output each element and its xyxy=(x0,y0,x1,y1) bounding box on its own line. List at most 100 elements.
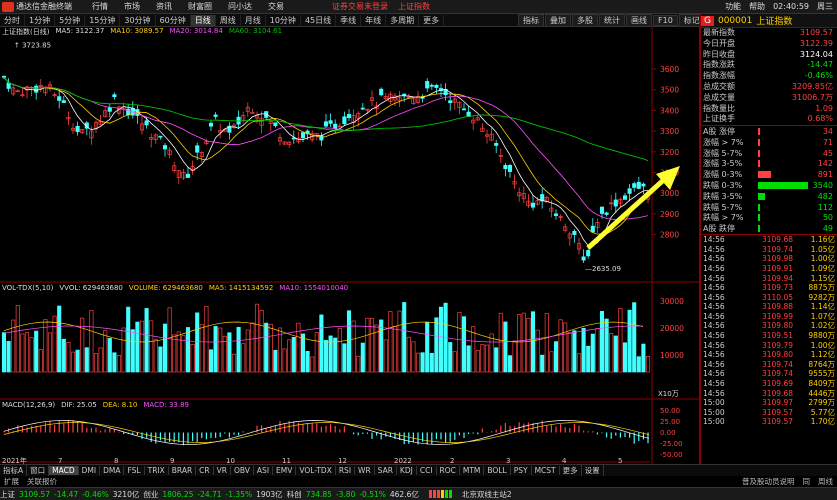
indicator-tab-15[interactable]: WR xyxy=(355,466,375,475)
tick-row: 14:56 3109.51 9880万 xyxy=(701,331,837,341)
x-axis-label: 11 xyxy=(282,457,291,464)
kline-chart[interactable]: 360035003400330032003100300029002800↑ 37… xyxy=(0,26,700,464)
indicator-tab-16[interactable]: SAR xyxy=(375,466,397,475)
volume-bar xyxy=(503,321,508,373)
period-tab-14[interactable]: 更多 xyxy=(419,14,445,26)
chart-tool-5[interactable]: F10 xyxy=(653,15,678,26)
indicator-tab-12[interactable]: EMV xyxy=(273,466,297,475)
breadth-bar xyxy=(758,149,760,157)
period-tab-6[interactable]: 日线 xyxy=(190,14,216,26)
volume-bar xyxy=(70,351,76,373)
indicator-tab-1[interactable]: 窗口 xyxy=(27,465,50,476)
indicator-tab-4[interactable]: DMA xyxy=(100,466,125,475)
volume-bar xyxy=(429,352,434,373)
indicator-tab-11[interactable]: ASI xyxy=(254,466,274,475)
tab-related-quotes[interactable]: 关联报价 xyxy=(23,476,61,487)
x-axis-label: 10 xyxy=(226,457,235,464)
volume-bar xyxy=(98,347,103,373)
indicator-tab-20[interactable]: MTM xyxy=(460,466,485,475)
index-link[interactable]: 上证指数 xyxy=(398,1,430,12)
volume-bar xyxy=(172,334,177,373)
tick-volume: 1.16亿 xyxy=(810,235,835,245)
indicator-tab-13[interactable]: VOL-TDX xyxy=(296,466,336,475)
indicator-tab-3[interactable]: DMI xyxy=(79,466,101,475)
menu-function[interactable]: 功能 xyxy=(725,1,741,12)
candle-body xyxy=(250,112,255,114)
indicator-tab-8[interactable]: CR xyxy=(196,466,214,475)
indicator-tab-10[interactable]: OBV xyxy=(231,466,254,475)
indicator-tab-7[interactable]: BRAR xyxy=(169,466,197,475)
period-tab-4[interactable]: 30分钟 xyxy=(120,14,156,26)
menu-wealth[interactable]: 财富圈 xyxy=(188,1,212,12)
period-tab-3[interactable]: 15分钟 xyxy=(85,14,121,26)
period-tab-1[interactable]: 1分钟 xyxy=(25,14,56,26)
indicator-tab-6[interactable]: TRIX xyxy=(145,466,169,475)
period-tab-11[interactable]: 季线 xyxy=(336,14,362,26)
sh-amount: 3210亿 xyxy=(112,489,140,499)
menu-news[interactable]: 资讯 xyxy=(156,1,172,12)
indicator-tab-18[interactable]: CCI xyxy=(417,466,437,475)
breadth-count: 34 xyxy=(822,127,833,137)
breadth-label: 涨幅 5-7% xyxy=(703,148,743,158)
menu-market[interactable]: 市场 xyxy=(124,1,140,12)
tick-row: 14:56 3109.73 8875万 xyxy=(701,283,837,293)
tick-volume: 1.15亿 xyxy=(810,273,835,283)
indicator-tab-0[interactable]: 指标A xyxy=(0,465,28,476)
tick-row: 14:56 3109.69 8409万 xyxy=(701,379,837,389)
period-tab-12[interactable]: 年线 xyxy=(361,14,387,26)
period-tab-9[interactable]: 10分钟 xyxy=(266,14,301,26)
period-tab-5[interactable]: 60分钟 xyxy=(156,14,191,26)
tick-price: 3109.57 xyxy=(761,407,793,417)
kc-pct: -0.51% xyxy=(359,489,386,499)
period-tab-0[interactable]: 分时 xyxy=(0,14,25,26)
period-tab-2[interactable]: 5分钟 xyxy=(55,14,86,26)
login-notice[interactable]: 证券交易未登录 xyxy=(332,1,388,12)
indicator-tab-14[interactable]: RSI xyxy=(336,466,356,475)
volume-bar xyxy=(107,338,112,373)
menu-quotes[interactable]: 行情 xyxy=(92,1,108,12)
period-tab-7[interactable]: 周线 xyxy=(216,14,241,26)
volume-bar xyxy=(52,315,57,373)
volume-bar xyxy=(121,327,126,373)
chart-area[interactable]: 360035003400330032003100300029002800↑ 37… xyxy=(0,26,700,464)
indicator-tab-23[interactable]: MCST xyxy=(532,466,560,475)
ma5-line xyxy=(3,76,649,247)
menu-ask[interactable]: 问小达 xyxy=(228,1,252,12)
tab-weekly[interactable]: 周线 xyxy=(814,476,837,487)
indicator-tab-24[interactable]: 更多 xyxy=(560,465,582,476)
tick-list[interactable]: 14:56 3109.68 1.16亿 14:56 3109.74 1.05亿 14:56 3… xyxy=(701,234,837,427)
vol-name: VOL-TDX(5,10) xyxy=(2,284,54,292)
stat-row: 指数涨跌 -14.47 xyxy=(701,60,837,71)
candle-body xyxy=(379,88,384,96)
volume-bar xyxy=(323,340,329,373)
tab-explain[interactable]: 普及股动员说明 xyxy=(738,476,799,487)
indicator-tab-22[interactable]: PSY xyxy=(511,466,532,475)
period-tab-10[interactable]: 45日线 xyxy=(301,14,337,26)
candle-body xyxy=(346,114,352,119)
menu-help[interactable]: 帮助 xyxy=(749,1,765,12)
indicator-tab-25[interactable]: 设置 xyxy=(582,465,604,476)
candle-body xyxy=(342,116,347,125)
tab-sync[interactable]: 同 xyxy=(799,476,815,487)
period-tab-8[interactable]: 月线 xyxy=(241,14,266,26)
indicator-tab-9[interactable]: VR xyxy=(214,466,231,475)
volume-bar xyxy=(530,311,536,373)
menu-trade[interactable]: 交易 xyxy=(268,1,284,12)
tick-volume: 1.05亿 xyxy=(810,244,835,254)
indicator-tab-21[interactable]: BOLL xyxy=(484,466,511,475)
indicator-tab-5[interactable]: FSL xyxy=(124,466,145,475)
candle-body xyxy=(581,256,586,261)
vol-ma5-value: MA5: 1415134592 xyxy=(208,284,274,292)
period-tab-13[interactable]: 多周期 xyxy=(386,14,420,26)
price-axis-label: 2900 xyxy=(660,210,679,219)
candle-body xyxy=(57,96,62,101)
indicator-tab-19[interactable]: ROC xyxy=(437,466,460,475)
breadth-row: 跌幅 5-7% 112 xyxy=(701,202,837,213)
volume-bar xyxy=(167,307,172,373)
tick-time: 14:56 xyxy=(703,283,725,293)
indicator-tab-17[interactable]: KDJ xyxy=(397,466,417,475)
tab-extend[interactable]: 扩展 xyxy=(0,476,23,487)
indicator-tab-2[interactable]: MACD xyxy=(49,466,79,475)
breadth-row: 涨幅 3-5% 142 xyxy=(701,159,837,170)
volume-bar xyxy=(420,352,425,373)
